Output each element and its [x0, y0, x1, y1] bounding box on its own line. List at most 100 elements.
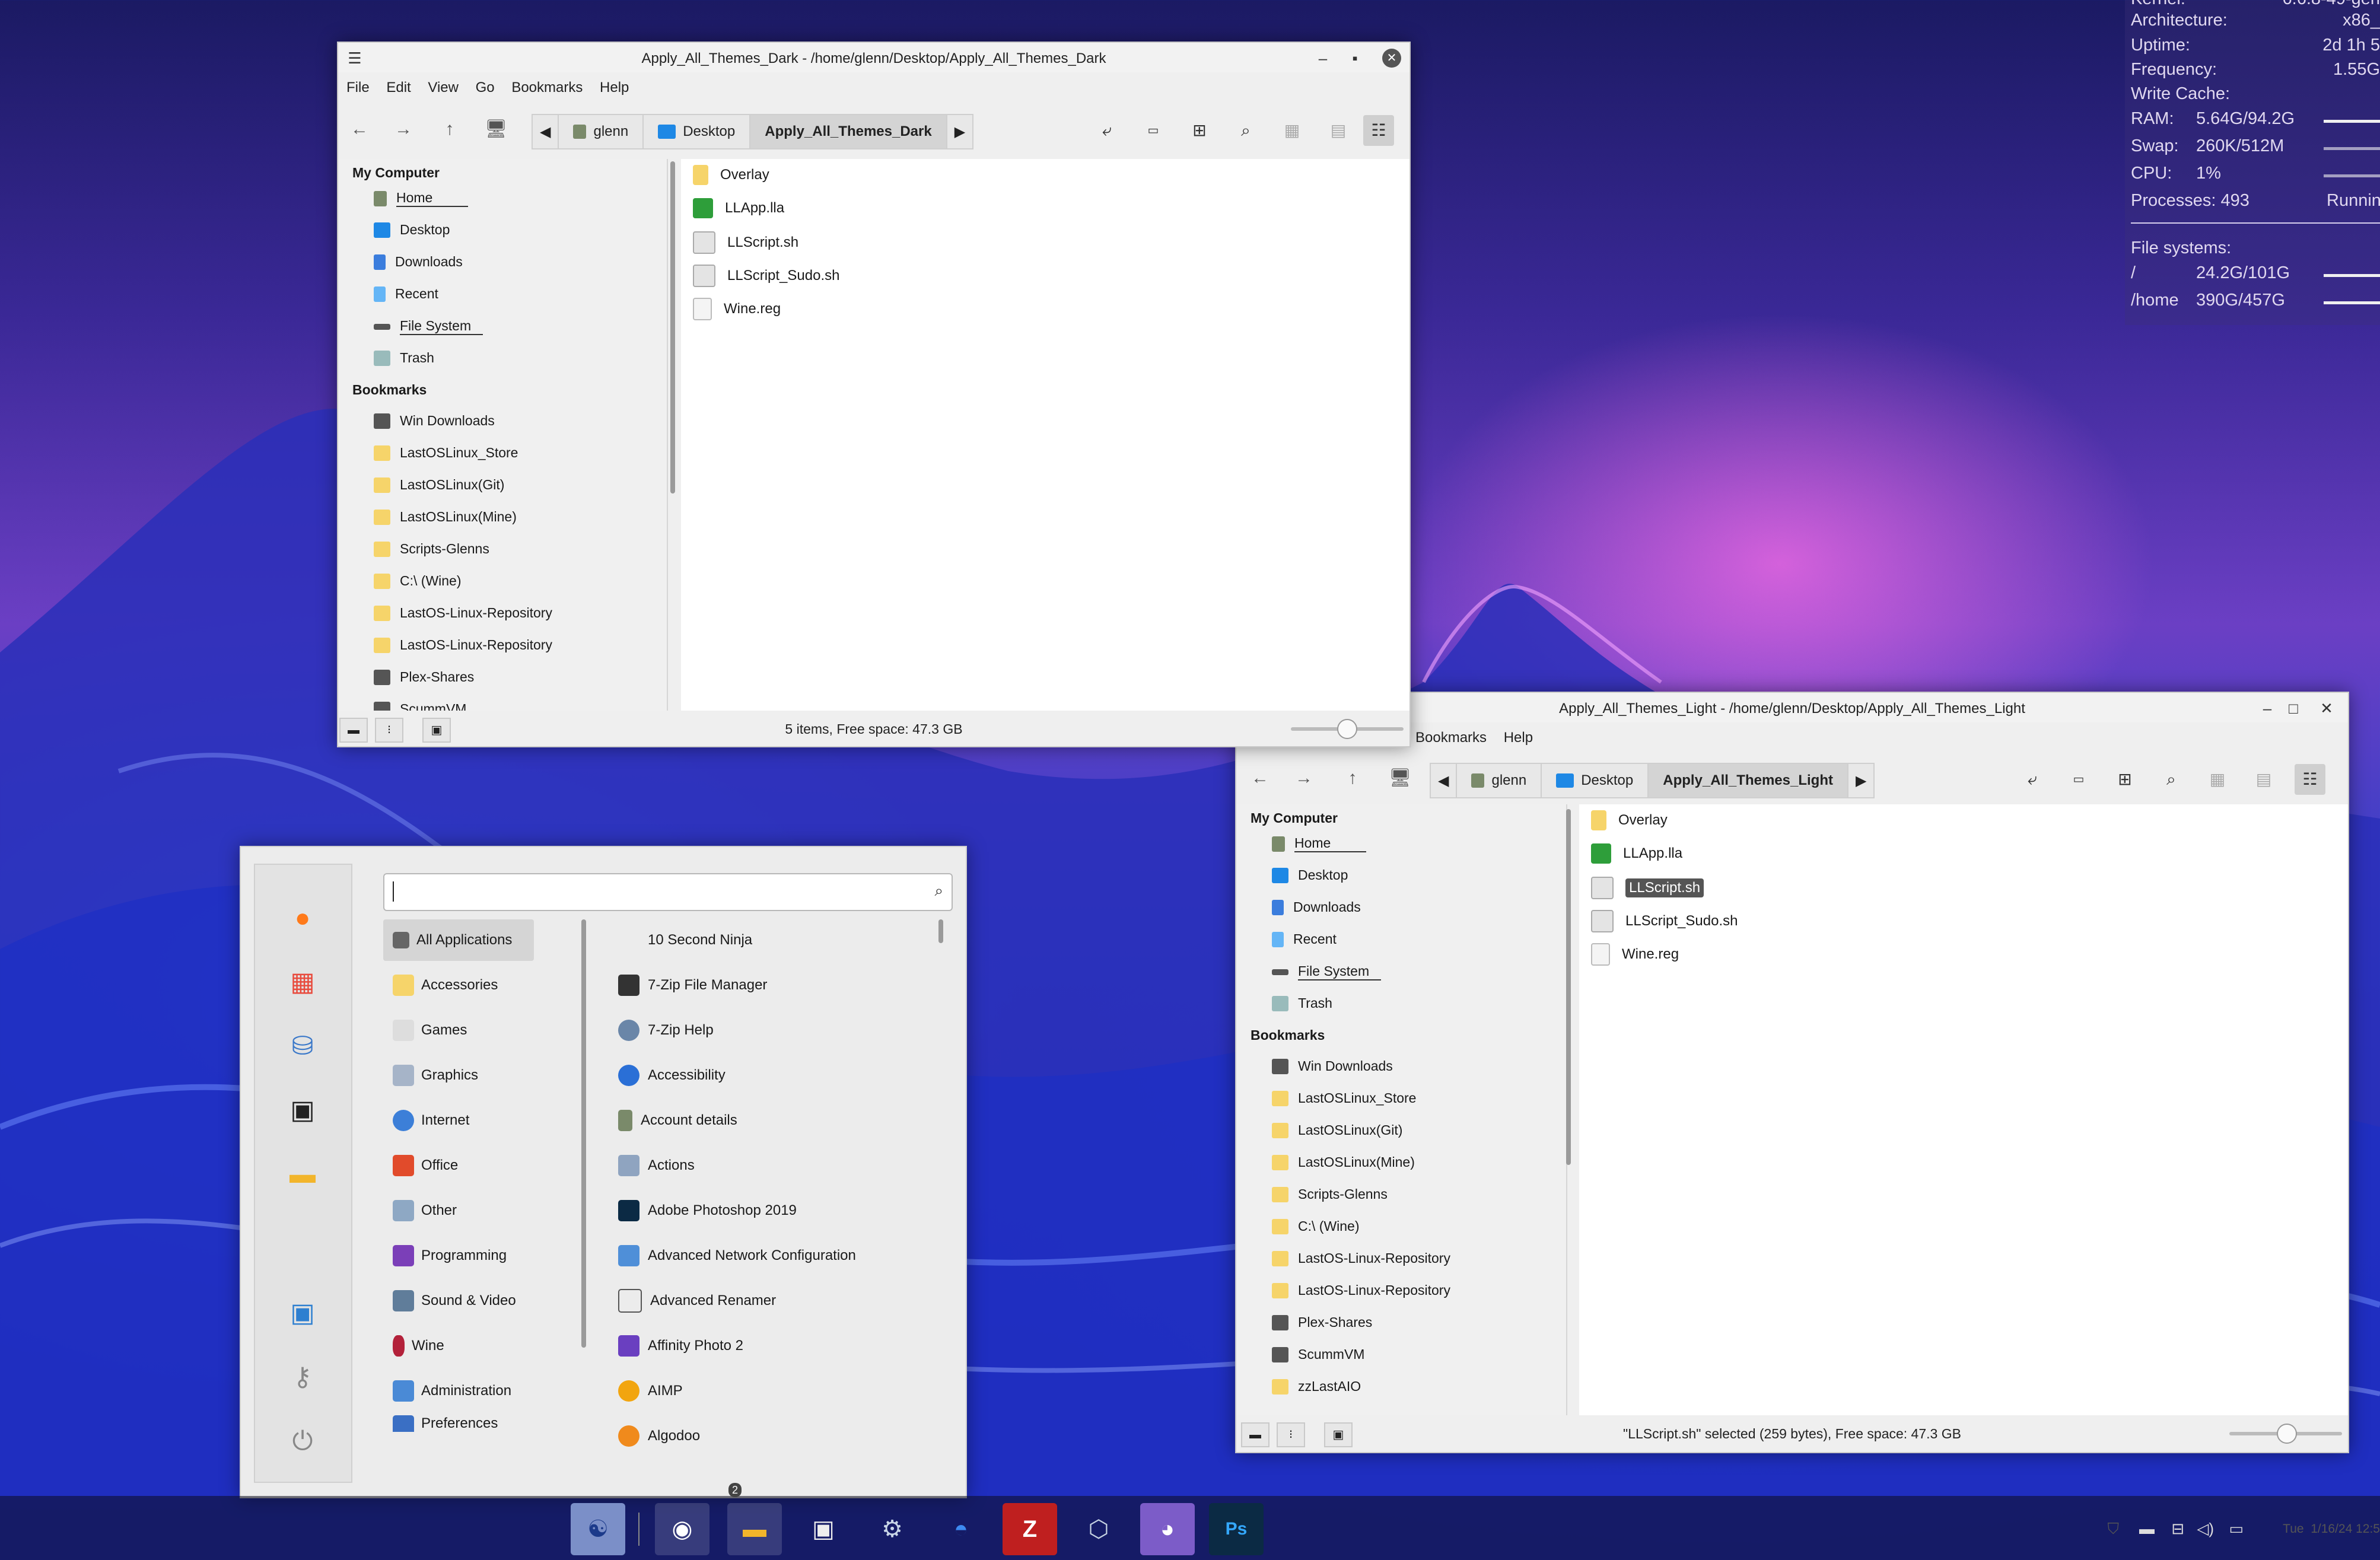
- up-icon[interactable]: ↑: [1339, 765, 1366, 791]
- sidebar-item-home[interactable]: Home: [374, 190, 469, 207]
- terminal-icon[interactable]: ▭: [1138, 115, 1169, 146]
- list-view-icon[interactable]: ☷: [2295, 764, 2325, 795]
- category-item[interactable]: Graphics: [383, 1055, 534, 1096]
- sidebar-item-desktop[interactable]: Desktop: [1272, 867, 1348, 883]
- sidebar-bookmark[interactable]: zzLastAIO: [1272, 1378, 1361, 1395]
- volume-icon[interactable]: ◁): [2197, 1520, 2214, 1538]
- sidebar-bookmark[interactable]: LastOS-Linux-Repository: [374, 605, 552, 621]
- breadcrumb-left-icon[interactable]: ◀: [1431, 764, 1458, 797]
- open-terminal-icon[interactable]: ⤶: [2017, 764, 2048, 795]
- app-item[interactable]: 7-Zip Help: [618, 1010, 714, 1051]
- sidebar-bookmark[interactable]: LastOSLinux(Mine): [374, 509, 517, 525]
- menu-help[interactable]: Help: [600, 79, 629, 96]
- file-item[interactable]: LLScript.sh: [693, 231, 798, 254]
- search-input[interactable]: ⌕: [383, 873, 953, 911]
- maximize-icon[interactable]: ▪: [1345, 49, 1364, 68]
- sidebar-bookmark[interactable]: LastOSLinux(Mine): [1272, 1154, 1415, 1170]
- sidebar-bookmark[interactable]: LastOS-Linux-Repository: [1272, 1282, 1450, 1298]
- sidebar-bookmark[interactable]: Win Downloads: [1272, 1058, 1393, 1074]
- menu-edit[interactable]: Edit: [386, 79, 411, 96]
- sidebar-bookmark[interactable]: Scripts-Glenns: [1272, 1186, 1388, 1202]
- sidebar-scrollbar[interactable]: [1566, 809, 1571, 1165]
- menu-view[interactable]: View: [428, 79, 459, 96]
- sidebar-bookmark[interactable]: LastOS-Linux-Repository: [374, 637, 552, 653]
- crumb-current[interactable]: Apply_All_Themes_Light: [1649, 764, 1848, 797]
- file-item[interactable]: Wine.reg: [693, 298, 781, 320]
- app-item[interactable]: Adobe Photoshop 2019: [618, 1190, 797, 1231]
- drive-tray-icon[interactable]: ▬: [2139, 1520, 2155, 1538]
- list-view-icon[interactable]: ☷: [1363, 115, 1394, 146]
- terminal-icon[interactable]: ▣: [796, 1503, 851, 1555]
- zoom-slider-knob[interactable]: [2277, 1424, 2297, 1444]
- sidebar-bookmark[interactable]: ScummVM: [374, 701, 466, 711]
- zoom-slider-knob[interactable]: [1337, 719, 1357, 739]
- breadcrumb-right-icon[interactable]: ▶: [1848, 764, 1873, 797]
- sidebar-bookmark[interactable]: LastOSLinux(Git): [374, 477, 504, 493]
- app-item[interactable]: 10 Second Ninja: [618, 919, 752, 961]
- sidebar-bookmark[interactable]: LastOSLinux(Git): [1272, 1122, 1402, 1138]
- close-icon[interactable]: ✕: [1382, 49, 1401, 68]
- sidebar-item-recent[interactable]: Recent: [1272, 931, 1337, 947]
- menu-bookmarks[interactable]: Bookmarks: [1415, 730, 1487, 746]
- compact-view-icon[interactable]: ▤: [2248, 764, 2279, 795]
- network-tray-icon[interactable]: ⊟: [2171, 1520, 2184, 1538]
- chrome-icon[interactable]: ◉: [655, 1503, 709, 1555]
- back-icon[interactable]: ←: [1247, 765, 1273, 791]
- new-folder-icon[interactable]: ⊞: [1184, 115, 1215, 146]
- search-icon[interactable]: ⌕: [1230, 115, 1261, 146]
- steam-icon[interactable]: ⚙: [865, 1503, 919, 1555]
- breadcrumb-left-icon[interactable]: ◀: [533, 115, 559, 148]
- minimize-icon[interactable]: –: [1313, 49, 1332, 68]
- minimize-icon[interactable]: –: [2258, 699, 2277, 718]
- zoom-slider[interactable]: [2229, 1424, 2342, 1444]
- thunderbird-icon[interactable]: ◓: [934, 1503, 988, 1555]
- crumb-desktop[interactable]: Desktop: [644, 115, 751, 148]
- clock[interactable]: Tue 1/16/24 12:5: [2283, 1522, 2380, 1536]
- file-manager-window-light[interactable]: Apply_All_Themes_Light - /home/glenn/Des…: [1235, 692, 2349, 1453]
- sidebar-bookmark[interactable]: C:\ (Wine): [374, 573, 462, 589]
- network-icon[interactable]: ⛁: [285, 1029, 320, 1064]
- sidebar-bookmark[interactable]: C:\ (Wine): [1272, 1218, 1360, 1234]
- file-item[interactable]: LLScript_Sudo.sh: [1591, 910, 1738, 932]
- file-item[interactable]: LLScript_Sudo.sh: [693, 265, 839, 287]
- sidebar-section-my-computer[interactable]: My Computer: [352, 165, 440, 181]
- sidebar-scrollbar[interactable]: [670, 161, 675, 494]
- github-icon[interactable]: ◕: [1140, 1503, 1195, 1555]
- file-item[interactable]: Wine.reg: [1591, 943, 1679, 966]
- category-item[interactable]: Accessories: [383, 964, 534, 1006]
- sidebar-bookmark[interactable]: Win Downloads: [374, 413, 495, 429]
- key-icon[interactable]: ⚷: [285, 1360, 320, 1395]
- sidebar-item-desktop[interactable]: Desktop: [374, 222, 450, 238]
- category-item[interactable]: All Applications: [383, 919, 534, 961]
- sidebar-bookmark[interactable]: Scripts-Glenns: [374, 541, 489, 557]
- crumb-glenn[interactable]: glenn: [1457, 764, 1542, 797]
- category-item[interactable]: Administration: [383, 1370, 534, 1412]
- zoom-slider[interactable]: [1291, 719, 1404, 739]
- open-terminal-icon[interactable]: ⤶: [1092, 115, 1122, 146]
- breadcrumb-right-icon[interactable]: ▶: [947, 115, 972, 148]
- filezilla-icon[interactable]: Z: [1003, 1503, 1057, 1555]
- compact-view-icon[interactable]: ▤: [1323, 115, 1354, 146]
- start-menu-icon[interactable]: ☯: [571, 1503, 625, 1555]
- back-icon[interactable]: ←: [346, 116, 373, 142]
- battery-icon[interactable]: ▭: [2229, 1520, 2244, 1538]
- category-item[interactable]: Sound & Video: [383, 1280, 534, 1322]
- file-item[interactable]: Overlay: [693, 165, 769, 185]
- category-item[interactable]: Games: [383, 1010, 534, 1051]
- file-item[interactable]: LLApp.lla: [1591, 843, 1682, 864]
- sidebar-item-recent[interactable]: Recent: [374, 286, 438, 302]
- sidebar-section-bookmarks[interactable]: Bookmarks: [1251, 1027, 1325, 1043]
- new-folder-icon[interactable]: ⊞: [2109, 764, 2140, 795]
- power-icon[interactable]: ⏻: [285, 1424, 320, 1459]
- icon-view-icon[interactable]: ▦: [2202, 764, 2233, 795]
- sidebar-bookmark[interactable]: ScummVM: [1272, 1346, 1364, 1362]
- terminal-icon[interactable]: ▭: [2063, 764, 2094, 795]
- terminal-icon[interactable]: ▣: [285, 1093, 320, 1128]
- app-item[interactable]: Accessibility: [618, 1055, 726, 1096]
- sidebar-item-filesystem[interactable]: File System: [1272, 963, 1382, 980]
- file-item[interactable]: LLApp.lla: [693, 198, 784, 218]
- apps-scrollbar[interactable]: [938, 919, 943, 943]
- forward-icon[interactable]: →: [1291, 765, 1317, 791]
- sidebar-bookmark[interactable]: Plex-Shares: [374, 669, 474, 685]
- firefox-icon[interactable]: ●: [285, 900, 320, 936]
